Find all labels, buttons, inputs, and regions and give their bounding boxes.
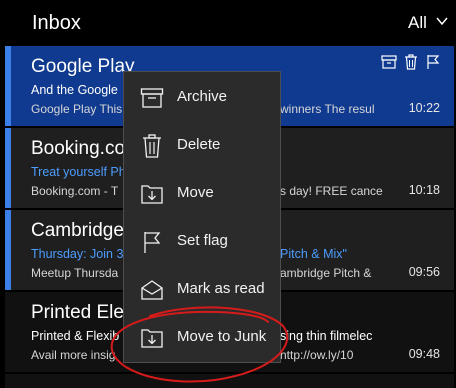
email-subject: Thursday: Join 3: [31, 247, 124, 261]
menu-item-move-to-junk[interactable]: Move to Junk: [124, 314, 280, 362]
menu-item-label: Move: [177, 184, 214, 201]
email-preview: Avail more insig: [31, 348, 116, 362]
archive-icon[interactable]: [381, 54, 397, 70]
email-preview-tail: ambridge Pitch &: [280, 266, 372, 280]
context-menu: Archive Delete Move Set flag Mark as rea…: [123, 71, 281, 363]
email-subject-tail: sing thin filmelec: [280, 329, 373, 343]
menu-item-mark-as-read[interactable]: Mark as read: [124, 266, 280, 314]
chevron-down-icon[interactable]: [435, 14, 449, 28]
email-preview-tail: winners The resul: [280, 102, 375, 116]
email-time: 10:18: [408, 183, 440, 197]
envelope-open-icon: [141, 280, 163, 300]
email-preview: Meetup Thursda: [31, 266, 119, 280]
email-preview-tail: s day! FREE cance: [280, 184, 383, 198]
menu-item-label: Move to Junk: [177, 328, 267, 345]
folder-title: Inbox: [32, 12, 81, 34]
flag-icon: [144, 232, 161, 253]
email-sender: Cambridge: [31, 220, 124, 241]
email-time: 09:48: [408, 347, 440, 361]
email-time: 10:22: [408, 101, 440, 115]
menu-item-label: Mark as read: [177, 280, 265, 297]
menu-item-archive[interactable]: Archive: [124, 74, 280, 122]
trash-icon: [143, 134, 161, 158]
trash-icon[interactable]: [403, 54, 419, 70]
menu-item-move[interactable]: Move: [124, 170, 280, 218]
email-sender: Google Play: [31, 56, 135, 77]
unread-indicator: [5, 210, 11, 290]
menu-item-label: Delete: [177, 136, 221, 153]
email-preview: Google Play This: [31, 102, 123, 116]
email-subject: Treat yourself Ph: [31, 165, 126, 179]
menu-item-set-flag[interactable]: Set flag: [124, 218, 280, 266]
row-quick-actions: [381, 54, 441, 70]
email-subject: And the Google: [31, 83, 118, 97]
menu-item-label: Archive: [177, 88, 228, 105]
email-subject: Printed & Flexib: [31, 329, 120, 343]
email-subject-tail: Pitch & Mix": [280, 247, 347, 261]
unread-indicator: [5, 128, 11, 208]
junk-icon: [141, 329, 163, 348]
unread-indicator: [5, 46, 11, 126]
menu-item-label: Set flag: [177, 232, 228, 249]
email-preview: Booking.com - T: [31, 184, 119, 198]
menu-item-delete[interactable]: Delete: [124, 122, 280, 170]
email-time: 09:56: [408, 265, 440, 279]
archive-icon: [140, 88, 164, 108]
email-row-partial[interactable]: [5, 374, 454, 388]
filter-dropdown[interactable]: All: [408, 13, 427, 33]
flag-icon[interactable]: [425, 54, 441, 70]
move-icon: [141, 185, 163, 204]
email-preview-tail: http://ow.ly/10: [280, 348, 354, 362]
inbox-header: Inbox All: [0, 0, 456, 46]
